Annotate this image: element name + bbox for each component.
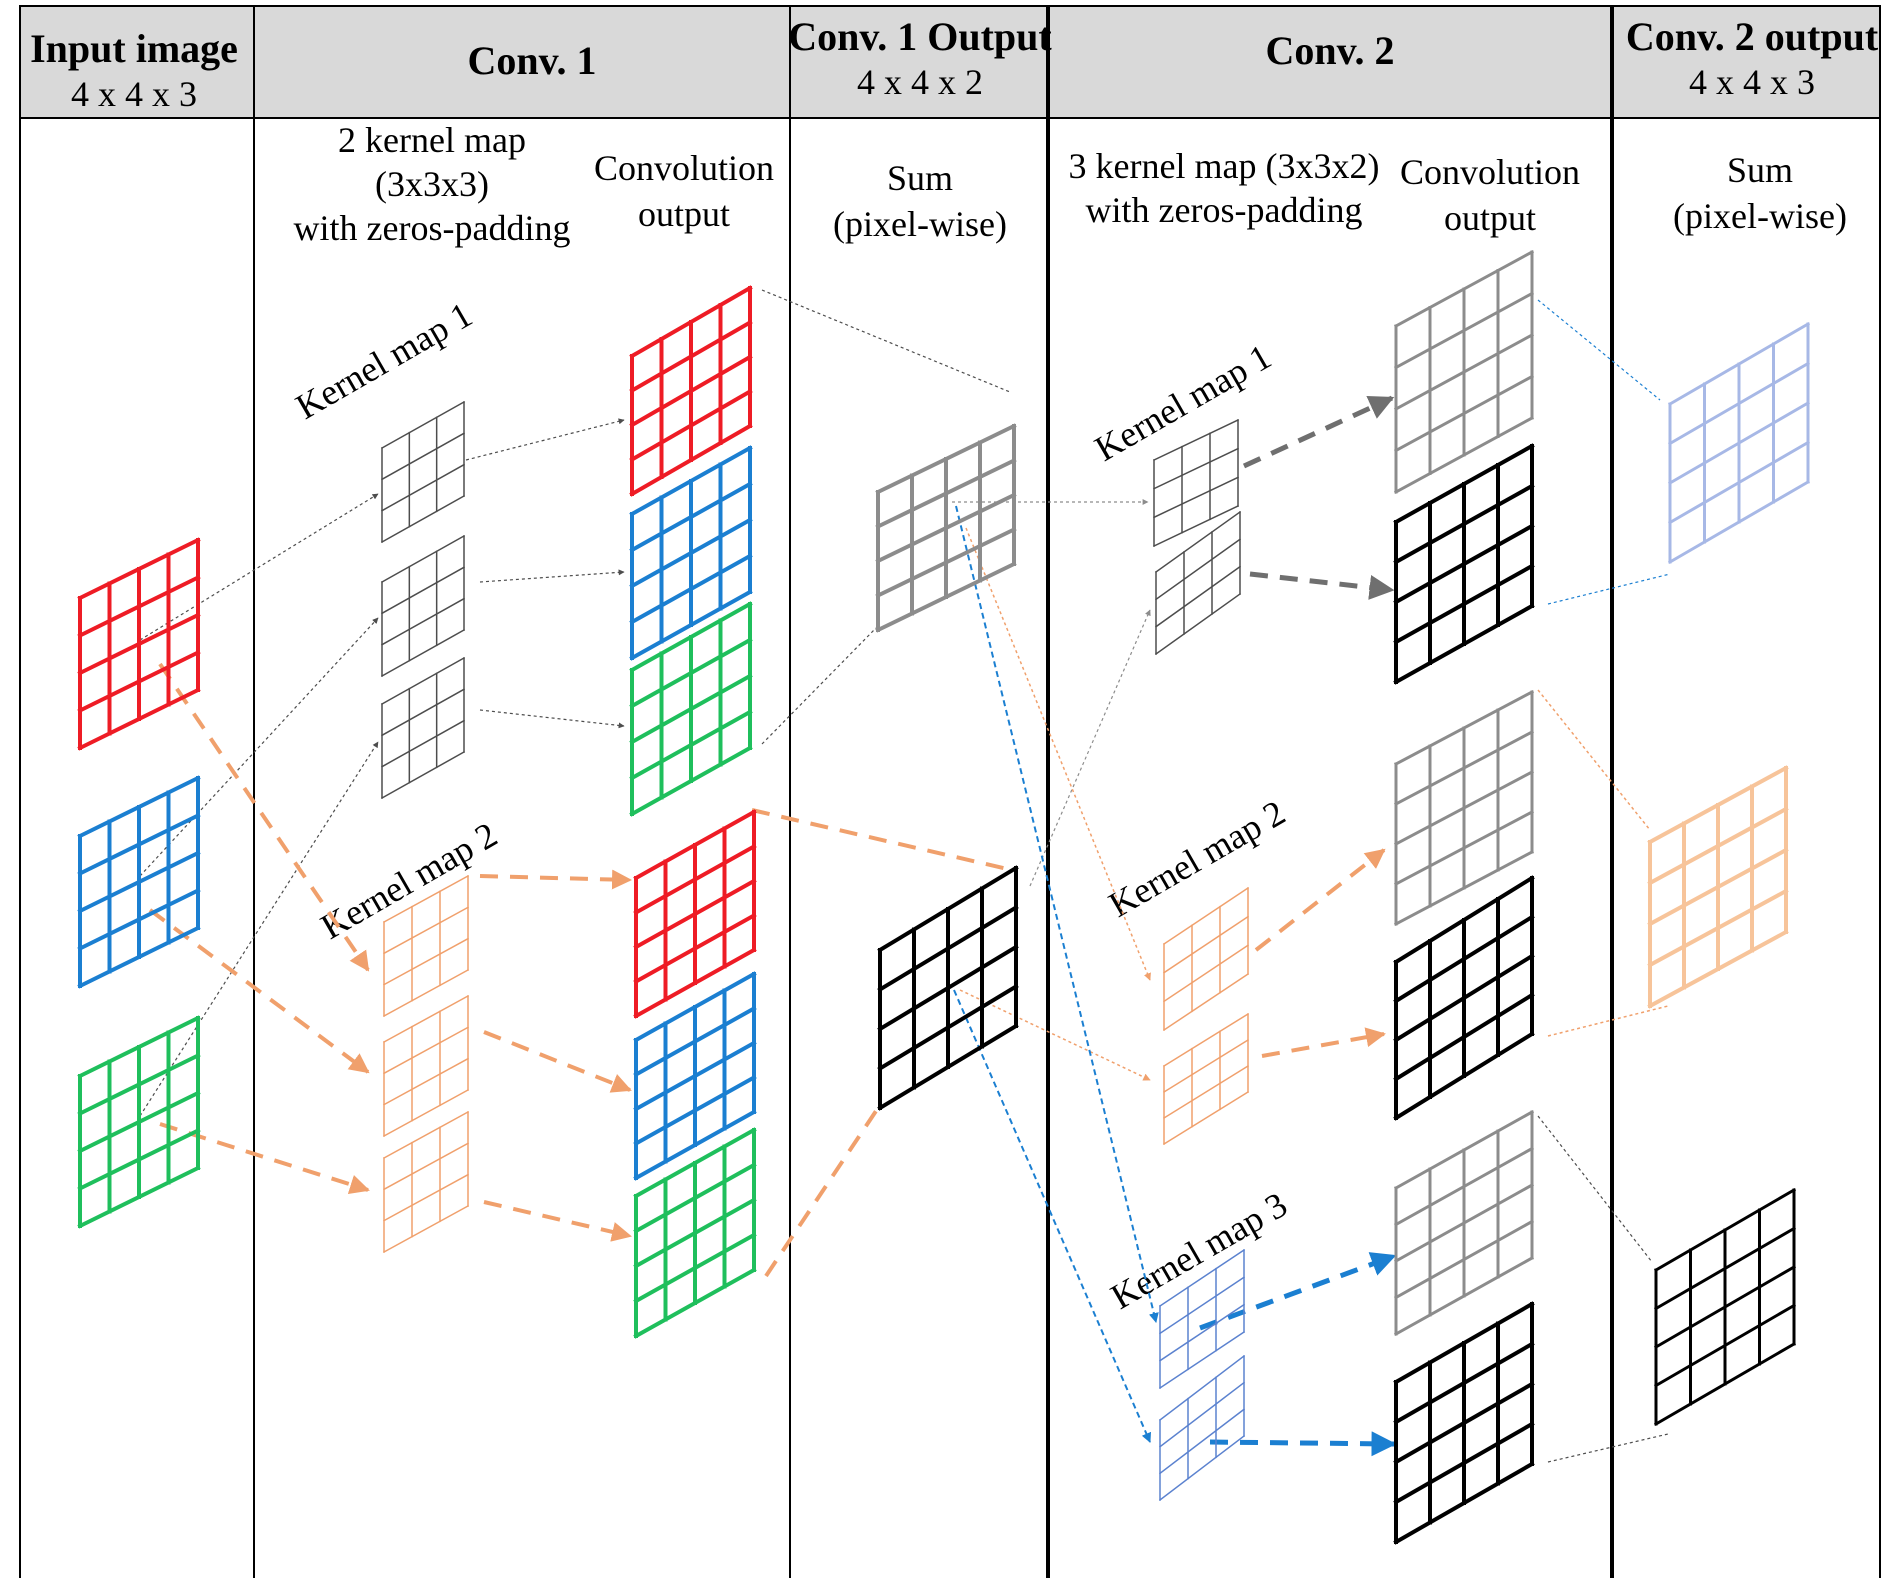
- conv1-sum-gray-grid: [875, 423, 1017, 633]
- connector-out2-to-sum-top: [1537, 689, 1651, 831]
- conv1-header-title: Conv. 1: [468, 38, 597, 83]
- input-blue-grid: [77, 775, 201, 989]
- conv2-convout-desc-line2: output: [1444, 198, 1536, 238]
- connector-k1a-to-out-red: [465, 418, 625, 461]
- connector-c2k1a-to-out1-gray: [1242, 395, 1395, 469]
- connector-out2-to-sum-bottom: [764, 1106, 880, 1278]
- connector-k2c-to-out-green: [483, 1200, 632, 1242]
- connector-out1-to-sum-bottom: [761, 627, 877, 745]
- conv2-kernel2-label: Kernel map 2: [1102, 792, 1292, 925]
- connector-gray-to-c2k2a: [965, 527, 1151, 981]
- connector-k2a-to-out-red: [479, 869, 632, 890]
- conv1-k1-kernel-c: [380, 656, 466, 800]
- conv1-convout-desc-line1: Convolution: [594, 148, 774, 188]
- connector-out3-to-sum-bottom: [1547, 1433, 1669, 1463]
- conv2-header-title: Conv. 2: [1266, 28, 1395, 73]
- connector-k1b-to-out-blue: [479, 569, 625, 583]
- input-header-title: Input image: [30, 26, 238, 71]
- conv2-output-header-title: Conv. 2 output: [1626, 14, 1879, 59]
- connector-k1c-to-out-green: [479, 709, 625, 729]
- conv1-kernels-desc-line1: 2 kernel map: [338, 120, 526, 160]
- conv2-k3-kernel-b: [1158, 1354, 1246, 1502]
- input-red-grid: [77, 537, 201, 751]
- conv2-kernel3-label: Kernel map 3: [1104, 1184, 1294, 1317]
- input-green-grid: [77, 1015, 201, 1229]
- conv2-out3-gray-grid: [1393, 1109, 1535, 1337]
- connector-out3-to-sum-top: [1537, 1115, 1653, 1263]
- conv2-k2-kernel-a: [1162, 886, 1250, 1032]
- connector-out1-to-sum-top: [1537, 299, 1661, 401]
- connectors: [139, 289, 1671, 1463]
- conv1-k1-kernel-a: [380, 400, 466, 544]
- conv1-kernel1-label: Kernel map 1: [289, 294, 479, 427]
- conv2-sum-desc-line1: Sum: [1727, 150, 1793, 190]
- connector-out2-to-sum-bottom: [1547, 1005, 1669, 1037]
- connector-c2k1b-to-out1-black: [1249, 571, 1395, 600]
- conv1-k2-kernel-c: [382, 1110, 470, 1254]
- conv2-output-header-dims: 4 x 4 x 3: [1689, 62, 1815, 102]
- connector-out1-to-sum-bottom: [1547, 573, 1671, 605]
- conv1-kernel2-label: Kernel map 2: [314, 814, 504, 947]
- conv1-out1-red-grid: [629, 285, 753, 497]
- conv2-kernels-desc-line2: with zeros-padding: [1086, 190, 1363, 230]
- connector-red-to-k1a: [139, 493, 379, 641]
- conv1-out1-blue-grid: [629, 445, 753, 661]
- connector-c2k2a-to-out2-gray: [1254, 848, 1386, 952]
- connector-c2k2b-to-out2-black: [1261, 1027, 1386, 1058]
- connector-c2k3b-to-out3-black: [1209, 1431, 1397, 1457]
- conv1-kernels-desc-line3: with zeros-padding: [294, 208, 571, 248]
- input-header-dims: 4 x 4 x 3: [71, 74, 197, 114]
- conv2-sum-lightblue-grid: [1667, 321, 1811, 565]
- conv2-k1-kernel-a: [1153, 419, 1239, 547]
- conv2-k1-kernel-b: [1154, 510, 1242, 656]
- connector-out1-to-sum-top: [761, 289, 1011, 393]
- connector-c2k3a-to-out3-gray: [1199, 1252, 1397, 1331]
- conv1-convout-desc-line2: output: [638, 194, 730, 234]
- conv2-k2-kernel-b: [1162, 1012, 1250, 1146]
- conv2-sum-black-grid: [1653, 1187, 1797, 1427]
- conv1-sum-desc-line1: Sum: [887, 158, 953, 198]
- conv2-kernels-desc-line1: 3 kernel map (3x3x2): [1069, 146, 1380, 186]
- conv1-kernels-desc-line2: (3x3x3): [375, 164, 489, 204]
- conv2-sum-lightorange-grid: [1647, 765, 1789, 1009]
- conv1-sum-black-grid: [877, 865, 1019, 1111]
- conv1-out2-green-grid: [633, 1127, 757, 1339]
- connector-k2b-to-out-blue: [483, 1030, 632, 1093]
- conv2-kernel1-label: Kernel map 1: [1088, 336, 1278, 469]
- conv1-out1-green-grid: [629, 601, 753, 817]
- conv2-convout-desc-line1: Convolution: [1400, 152, 1580, 192]
- cnn-diagram: Input image 4 x 4 x 3 Conv. 1 Conv. 1 Ou…: [19, 5, 1881, 1578]
- conv1-output-header-title: Conv. 1 Output: [788, 14, 1052, 59]
- connector-black-to-c2k3b: [953, 989, 1152, 1443]
- conv1-output-header-dims: 4 x 4 x 2: [857, 62, 983, 102]
- conv1-sum-desc-line2: (pixel-wise): [833, 204, 1007, 244]
- conv2-sum-desc-line2: (pixel-wise): [1673, 196, 1847, 236]
- conv1-k2-kernel-b: [382, 994, 470, 1138]
- conv1-k1-kernel-b: [380, 534, 466, 678]
- conv2-out3-black-grid: [1393, 1301, 1535, 1545]
- connector-blue-to-k1b: [139, 617, 379, 877]
